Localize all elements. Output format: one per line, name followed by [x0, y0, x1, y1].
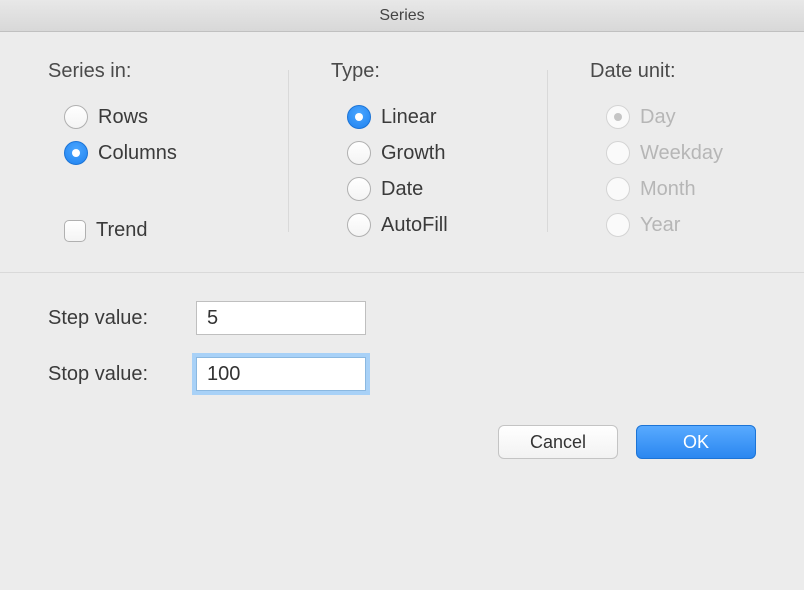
radio-columns-label: Columns: [98, 142, 177, 165]
checkbox-trend-label: Trend: [96, 219, 148, 242]
radio-month-label: Month: [640, 178, 696, 201]
radio-rows-label: Rows: [98, 106, 148, 129]
radio-rows[interactable]: Rows: [64, 105, 288, 129]
step-value-input[interactable]: [196, 301, 366, 335]
cancel-button-label: Cancel: [530, 432, 586, 453]
radio-icon: [347, 213, 371, 237]
date-unit-options: Day Weekday Month Year: [590, 105, 766, 237]
ok-button-label: OK: [683, 432, 709, 453]
radio-growth[interactable]: Growth: [347, 141, 547, 165]
stop-value-input[interactable]: [196, 357, 366, 391]
cancel-button[interactable]: Cancel: [498, 425, 618, 459]
series-in-group: Series in: Rows Columns Trend: [48, 60, 288, 242]
radio-year: Year: [606, 213, 766, 237]
type-options: Linear Growth Date AutoFill: [331, 105, 547, 237]
ok-button[interactable]: OK: [636, 425, 756, 459]
stop-value-label: Stop value:: [48, 363, 178, 386]
checkbox-icon: [64, 220, 86, 242]
radio-weekday-label: Weekday: [640, 142, 723, 165]
checkbox-trend[interactable]: Trend: [64, 219, 288, 242]
horizontal-divider: [0, 272, 804, 273]
radio-linear-label: Linear: [381, 106, 437, 129]
stop-value-row: Stop value:: [48, 357, 766, 391]
radio-linear[interactable]: Linear: [347, 105, 547, 129]
value-inputs: Step value: Stop value:: [48, 301, 766, 391]
radio-icon: [347, 177, 371, 201]
date-unit-group: Date unit: Day Weekday Month Year: [548, 60, 766, 242]
radio-icon: [606, 177, 630, 201]
radio-icon: [606, 213, 630, 237]
radio-month: Month: [606, 177, 766, 201]
radio-columns[interactable]: Columns: [64, 141, 288, 165]
radio-growth-label: Growth: [381, 142, 445, 165]
dialog-title: Series: [379, 7, 424, 25]
radio-date-label: Date: [381, 178, 423, 201]
step-value-row: Step value:: [48, 301, 766, 335]
radio-icon: [606, 141, 630, 165]
dialog-buttons: Cancel OK: [48, 425, 766, 459]
radio-weekday: Weekday: [606, 141, 766, 165]
radio-day-label: Day: [640, 106, 676, 129]
dialog-content: Series in: Rows Columns Trend Type:: [0, 32, 804, 483]
radio-day: Day: [606, 105, 766, 129]
type-label: Type:: [331, 60, 547, 83]
radio-icon: [64, 141, 88, 165]
radio-icon: [347, 141, 371, 165]
options-columns: Series in: Rows Columns Trend Type:: [48, 60, 766, 242]
radio-icon: [347, 105, 371, 129]
series-in-options: Rows Columns Trend: [48, 105, 288, 242]
type-group: Type: Linear Growth Date AutoFill: [289, 60, 547, 242]
radio-autofill-label: AutoFill: [381, 214, 448, 237]
radio-date[interactable]: Date: [347, 177, 547, 201]
radio-icon: [606, 105, 630, 129]
step-value-label: Step value:: [48, 307, 178, 330]
date-unit-label: Date unit:: [590, 60, 766, 83]
radio-icon: [64, 105, 88, 129]
radio-year-label: Year: [640, 214, 680, 237]
radio-autofill[interactable]: AutoFill: [347, 213, 547, 237]
series-in-label: Series in:: [48, 60, 288, 83]
dialog-titlebar: Series: [0, 0, 804, 32]
